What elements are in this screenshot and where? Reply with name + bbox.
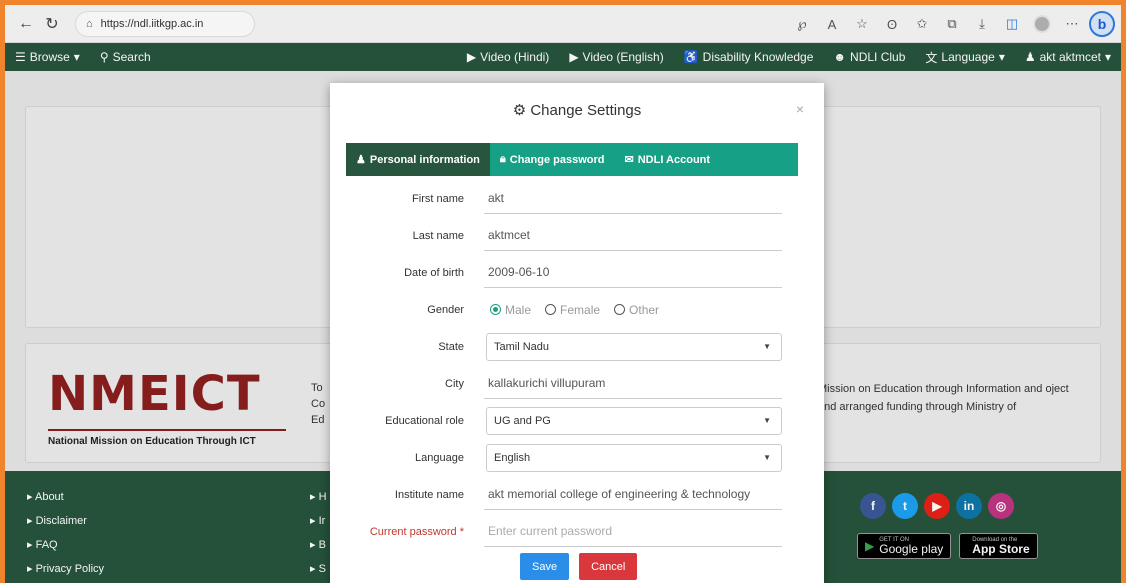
caret-down-icon: ▼	[763, 452, 771, 462]
tab-personal-information[interactable]: ♟ Personal information	[346, 143, 490, 176]
institute-row: Institute name akt memorial college of e…	[346, 476, 798, 513]
state-value: Tamil Nadu	[494, 340, 550, 353]
role-value: UG and PG	[494, 414, 551, 427]
gender-label: Gender	[427, 303, 464, 316]
current-password-field[interactable]: Enter current password	[484, 517, 782, 547]
dob-field[interactable]: 2009-06-10	[484, 258, 782, 288]
gender-options: Male Female Other	[484, 303, 659, 317]
role-row: Educational role UG and PG ▼	[346, 402, 798, 439]
state-label: State	[438, 340, 464, 353]
settings-icon: ⚙	[512, 102, 527, 119]
close-icon[interactable]: ×	[796, 101, 804, 117]
language-value: English	[494, 451, 531, 464]
city-field[interactable]: kallakurichi villupuram	[484, 369, 782, 399]
change-settings-modal: ⚙ Change Settings × ♟ Personal informatio…	[330, 83, 824, 583]
dob-label: Date of birth	[404, 266, 464, 279]
radio-label: Other	[629, 302, 660, 317]
gender-row: Gender Male Female Other	[346, 291, 798, 328]
last-name-field[interactable]: aktmcet	[484, 221, 782, 251]
language-select[interactable]: English ▼	[486, 443, 782, 472]
radio-icon	[614, 304, 626, 315]
modal-actions: Save Cancel	[520, 553, 638, 580]
tab-change-password[interactable]: 🔒︎ Change password	[490, 143, 615, 176]
tab-label: NDLI Account	[637, 153, 711, 166]
language-row: Language English ▼	[346, 439, 798, 476]
role-select[interactable]: UG and PG ▼	[486, 406, 782, 435]
gender-radio-male[interactable]: Male	[490, 303, 531, 317]
last-name-row: Last name aktmcet	[346, 217, 798, 254]
save-button[interactable]: Save	[520, 553, 570, 580]
password-label: Current password *	[369, 525, 464, 538]
tab-label: Personal information	[369, 153, 480, 166]
password-row: Current password * Enter current passwor…	[346, 513, 798, 550]
dob-row: Date of birth 2009-06-10	[346, 254, 798, 291]
radio-checked-icon	[490, 304, 501, 315]
city-label: City	[445, 377, 464, 390]
cancel-button[interactable]: Cancel	[579, 553, 638, 580]
radio-label: Female	[560, 302, 601, 317]
personal-info-form: First name akt Last name aktmcet Date of…	[346, 180, 798, 550]
role-label: Educational role	[385, 414, 464, 427]
settings-tabs: ♟ Personal information 🔒︎ Change password …	[346, 143, 798, 176]
caret-down-icon: ▼	[763, 341, 771, 351]
browser-window: ← ↻ ⌂ https://ndl.iitkgp.ac.in ℘ A ☆ ʘ ✩…	[0, 0, 1126, 583]
modal-title: ⚙ Change Settings	[330, 101, 824, 119]
gender-radio-female[interactable]: Female	[545, 303, 600, 317]
state-row: State Tamil Nadu ▼	[346, 328, 798, 365]
institute-label: Institute name	[394, 488, 464, 501]
language-label: Language	[415, 451, 464, 464]
radio-label: Male	[505, 302, 532, 317]
first-name-row: First name akt	[346, 180, 798, 217]
gender-radio-other[interactable]: Other	[614, 303, 659, 317]
institute-field[interactable]: akt memorial college of engineering & te…	[484, 480, 782, 510]
caret-down-icon: ▼	[763, 415, 771, 425]
city-row: City kallakurichi villupuram	[346, 365, 798, 402]
first-name-label: First name	[412, 192, 464, 205]
user-icon: ♟	[356, 154, 366, 166]
tab-ndli-account[interactable]: ✉ NDLI Account	[615, 143, 721, 176]
radio-icon	[545, 304, 557, 315]
state-select[interactable]: Tamil Nadu ▼	[486, 332, 782, 361]
last-name-label: Last name	[412, 229, 464, 242]
tab-label: Change password	[509, 153, 605, 166]
modal-title-text: Change Settings	[530, 102, 642, 119]
lock-icon: 🔒︎	[499, 153, 506, 165]
envelope-icon: ✉	[624, 154, 634, 166]
first-name-field[interactable]: akt	[484, 184, 782, 214]
